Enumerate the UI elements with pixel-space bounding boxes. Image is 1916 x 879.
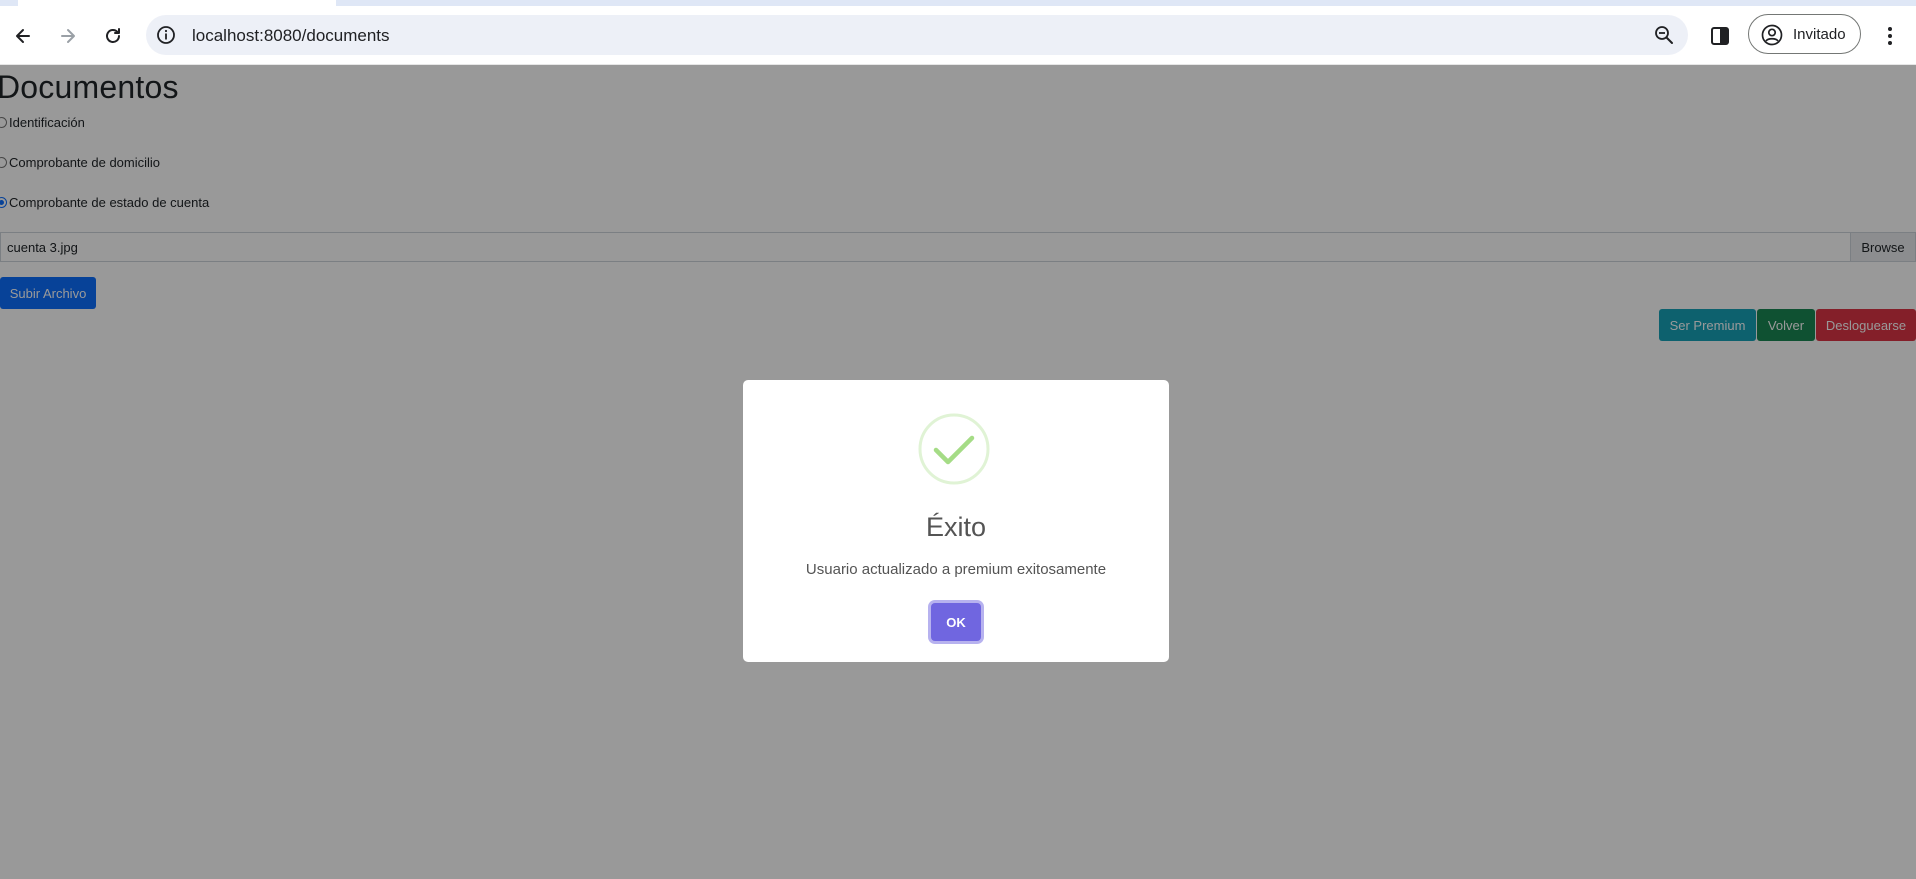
address-bar[interactable]: localhost:8080/documents [146,15,1688,55]
success-dialog: Éxito Usuario actualizado a premium exit… [743,380,1169,662]
arrow-left-icon [16,29,30,43]
zoom-out-icon[interactable] [1654,25,1674,45]
dialog-title: Éxito [925,512,987,542]
ok-button[interactable]: OK [931,603,981,641]
side-panel-icon[interactable] [1708,24,1732,48]
person-circle-icon [1761,24,1783,46]
reload-icon [106,28,120,43]
profile-label: Invitado [1793,26,1846,43]
profile-button[interactable]: Invitado [1748,14,1861,54]
reload-button[interactable] [97,20,129,52]
arrow-right-icon [61,29,75,43]
forward-button[interactable] [52,20,84,52]
info-icon[interactable] [156,25,176,45]
kebab-menu-icon[interactable] [1878,24,1902,48]
dialog-message: Usuario actualizado a premium exitosamen… [805,561,1107,578]
url-text[interactable]: localhost:8080/documents [192,26,390,46]
back-button[interactable] [7,20,39,52]
success-check-icon [918,413,990,485]
browser-toolbar: localhost:8080/documents Invitado [0,6,1916,65]
